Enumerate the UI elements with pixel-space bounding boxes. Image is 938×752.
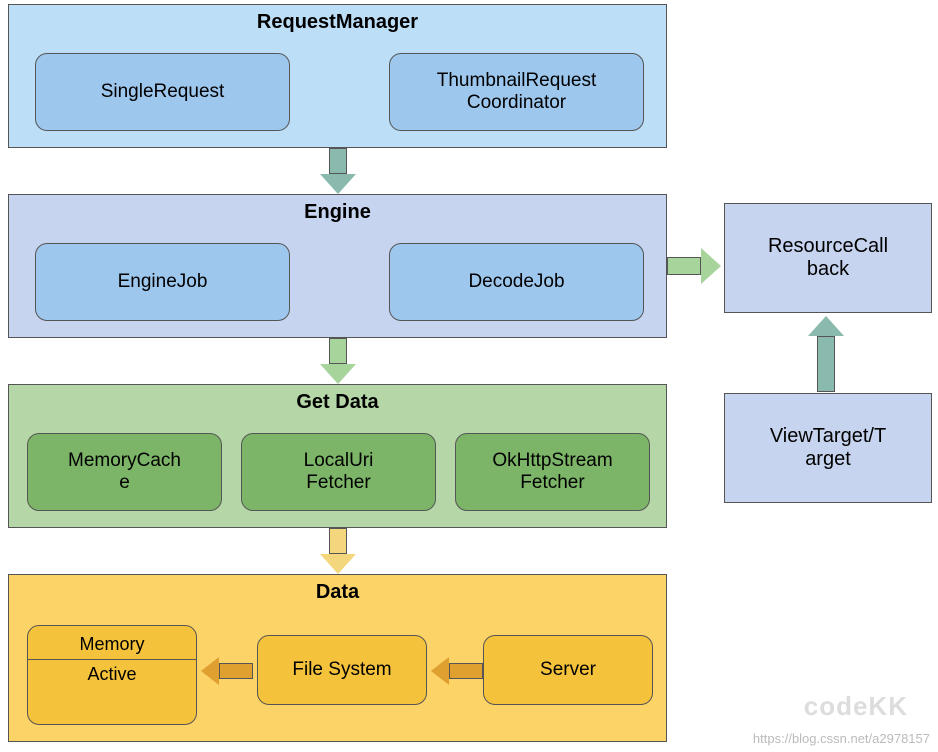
arrow-server-to-filesystem bbox=[431, 657, 483, 685]
data-title: Data bbox=[9, 575, 666, 614]
resource-callback-box: ResourceCall back bbox=[724, 203, 932, 313]
arrow-engine-to-getdata bbox=[320, 338, 356, 384]
get-data-title: Get Data bbox=[9, 385, 666, 424]
engine-title: Engine bbox=[9, 195, 666, 234]
active-label: Active bbox=[28, 660, 196, 691]
data-box: Data Memory Active File System Server bbox=[8, 574, 667, 742]
get-data-box: Get Data MemoryCach e LocalUri Fetcher O… bbox=[8, 384, 667, 528]
memory-active-box: Memory Active bbox=[27, 625, 197, 725]
arrow-engine-to-resourcecallback bbox=[667, 248, 721, 284]
decode-job-box: DecodeJob bbox=[389, 243, 644, 321]
server-box: Server bbox=[483, 635, 653, 705]
arrow-getdata-to-data bbox=[320, 528, 356, 574]
viewtarget-label: ViewTarget/T arget bbox=[770, 425, 886, 471]
local-uri-fetcher-box: LocalUri Fetcher bbox=[241, 433, 436, 511]
arrow-requestmanager-to-engine bbox=[320, 148, 356, 194]
resource-callback-label: ResourceCall back bbox=[768, 235, 888, 281]
single-request-box: SingleRequest bbox=[35, 53, 290, 131]
thumbnail-request-coordinator-box: ThumbnailRequest Coordinator bbox=[389, 53, 644, 131]
request-manager-title: RequestManager bbox=[9, 5, 666, 44]
arrow-viewtarget-to-resourcecallback bbox=[808, 316, 844, 392]
viewtarget-box: ViewTarget/T arget bbox=[724, 393, 932, 503]
memory-label: Memory bbox=[28, 626, 196, 660]
request-manager-box: RequestManager SingleRequest ThumbnailRe… bbox=[8, 4, 667, 148]
engine-box: Engine EngineJob DecodeJob bbox=[8, 194, 667, 338]
engine-job-box: EngineJob bbox=[35, 243, 290, 321]
url-watermark: https://blog.cssn.net/a2978157 bbox=[753, 731, 930, 746]
file-system-box: File System bbox=[257, 635, 427, 705]
memory-cache-box: MemoryCach e bbox=[27, 433, 222, 511]
okhttp-stream-fetcher-box: OkHttpStream Fetcher bbox=[455, 433, 650, 511]
codekk-watermark: codeKK bbox=[804, 691, 908, 722]
arrow-filesystem-to-memory bbox=[201, 657, 253, 685]
